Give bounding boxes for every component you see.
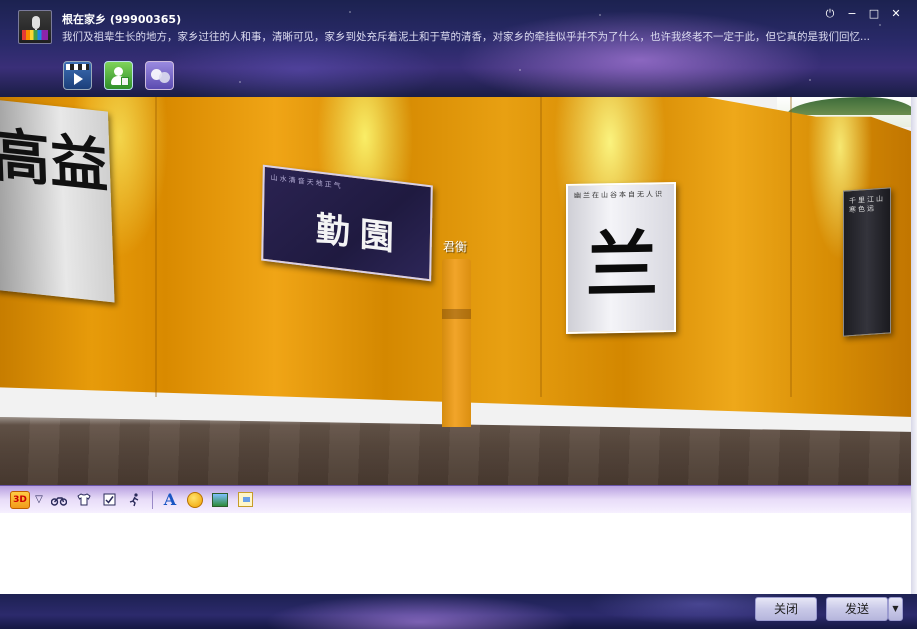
bottom-bar: 关闭 发送 ▼ (0, 594, 917, 629)
tshirt-icon[interactable] (73, 490, 95, 510)
message-input[interactable] (0, 513, 911, 594)
equalizer-icon (22, 30, 48, 40)
chat-bubble-app-icon[interactable] (145, 61, 174, 90)
running-person-icon[interactable] (123, 490, 145, 510)
calligraphy-scroll-right[interactable]: 幽兰在山谷本自无人识 兰 (566, 182, 676, 334)
group-title: 根在家乡 (99900365) (62, 13, 182, 26)
app-bar (63, 61, 174, 90)
toolbar-divider (152, 490, 153, 509)
calligraphy-small-text: 千里江山寒色远 (849, 194, 885, 215)
calligraphy-seal-2: 園 (359, 214, 395, 259)
group-avatar[interactable] (18, 10, 52, 44)
play-icon (74, 73, 83, 85)
minimize-button[interactable]: − (845, 7, 859, 21)
send-button[interactable]: 发送 (826, 597, 888, 621)
3d-mode-dropdown-icon[interactable]: ▽ (33, 490, 45, 510)
close-button[interactable]: 关闭 (755, 597, 817, 621)
close-window-button[interactable]: ✕ (889, 7, 903, 21)
calligraphy-seal-1: 勤 (315, 209, 351, 254)
input-toolbar: 3D ▽ A (0, 485, 917, 513)
vertical-scrollbar[interactable] (911, 97, 917, 594)
contacts-app-icon[interactable] (104, 61, 133, 90)
maximize-button[interactable]: □ (867, 7, 881, 21)
motorbike-icon[interactable] (48, 490, 70, 510)
title-bar: 根在家乡 (99900365) 我们及祖辈生长的地方，家乡过往的人和事，清晰可见… (0, 0, 917, 97)
calligraphy-scroll-far[interactable]: 千里江山寒色远 (843, 187, 891, 337)
calligraphy-characters: 兰 (586, 221, 659, 308)
group-notice: 我们及祖辈生长的地方，家乡过往的人和事，清晰可见，家乡到处充斥着泥土和于草的清香… (62, 31, 871, 43)
screenshot-icon (237, 492, 253, 507)
power-icon[interactable]: ⏻ (823, 7, 837, 21)
image-button[interactable] (209, 490, 231, 510)
microphone-icon (32, 16, 40, 29)
send-options-dropdown-icon[interactable]: ▼ (888, 597, 903, 621)
calligraphy-small-text: 幽兰在山谷本自无人识 (574, 190, 664, 200)
picture-icon (212, 492, 228, 507)
avatar-name-label: 君衡 (443, 240, 468, 254)
emoji-button[interactable] (184, 490, 206, 510)
window-controls: ⏻ − □ ✕ (823, 7, 903, 21)
video-app-icon[interactable] (63, 61, 92, 90)
screenshot-button[interactable] (234, 490, 256, 510)
3d-scene[interactable]: 高益 山水清音天地正气 勤 園 幽兰在山谷本自无人识 兰 千里江山寒色远 君衡 (0, 97, 917, 485)
3d-mode-button[interactable]: 3D (10, 490, 30, 509)
smiley-icon (187, 491, 203, 508)
calligraphy-characters: 高益 (0, 120, 110, 201)
gallery-floor (0, 417, 917, 485)
checkbox-icon[interactable] (98, 490, 120, 510)
calligraphy-scroll-left[interactable]: 高益 (0, 99, 115, 303)
font-icon[interactable]: A (159, 490, 181, 510)
user-avatar-figure[interactable] (442, 259, 471, 427)
